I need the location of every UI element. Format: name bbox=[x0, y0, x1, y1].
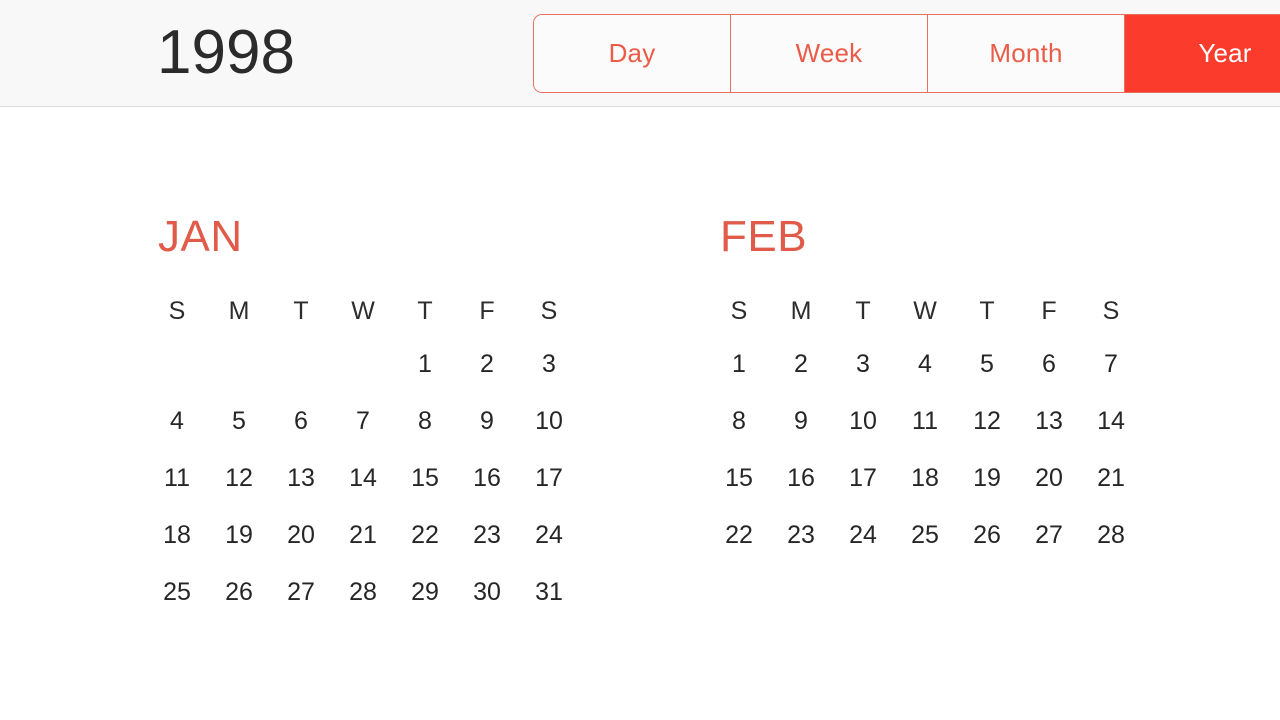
day-cell[interactable]: 4 bbox=[894, 348, 956, 405]
tab-week-label: Week bbox=[795, 38, 863, 68]
day-cell[interactable]: 30 bbox=[456, 576, 518, 633]
weekday-header-mon: M bbox=[228, 297, 250, 325]
tab-day[interactable]: Day bbox=[534, 15, 731, 92]
tab-month-label: Month bbox=[989, 38, 1063, 68]
day-cell[interactable]: 23 bbox=[456, 519, 518, 576]
day-cell[interactable]: 31 bbox=[518, 576, 580, 633]
day-cell[interactable]: 15 bbox=[708, 462, 770, 519]
day-cell[interactable] bbox=[332, 348, 394, 405]
weekday-header-sat: S bbox=[1102, 297, 1120, 325]
day-grid-jan: 1 2 3 4 5 6 7 8 9 10 11 12 13 14 15 16 1… bbox=[146, 348, 646, 633]
day-cell[interactable]: 17 bbox=[518, 462, 580, 519]
day-cell[interactable]: 24 bbox=[518, 519, 580, 576]
month-block-jan[interactable]: JAN S M T W T F S 1 2 3 4 5 6 7 8 9 10 1… bbox=[146, 215, 646, 633]
day-cell[interactable]: 6 bbox=[1018, 348, 1080, 405]
day-cell[interactable]: 16 bbox=[770, 462, 832, 519]
weekday-header-sun: S bbox=[168, 297, 186, 325]
page-title: 1998 bbox=[157, 18, 295, 87]
day-cell[interactable]: 4 bbox=[146, 405, 208, 462]
day-cell[interactable]: 20 bbox=[270, 519, 332, 576]
weekday-header-fri: F bbox=[1041, 297, 1057, 325]
day-cell[interactable]: 14 bbox=[332, 462, 394, 519]
weekday-header-row-feb: S M T W T F S bbox=[708, 299, 1208, 324]
tab-year[interactable]: Year bbox=[1125, 15, 1280, 92]
tab-week[interactable]: Week bbox=[731, 15, 928, 92]
calendar-app: 1998 Day Week Month Year JAN S M T W T F… bbox=[0, 0, 1280, 720]
weekday-header-thu: T bbox=[979, 297, 995, 325]
day-cell[interactable]: 2 bbox=[456, 348, 518, 405]
day-cell[interactable]: 22 bbox=[394, 519, 456, 576]
weekday-header-sat: S bbox=[540, 297, 558, 325]
day-cell[interactable]: 12 bbox=[208, 462, 270, 519]
day-cell[interactable]: 23 bbox=[770, 519, 832, 576]
day-cell[interactable]: 25 bbox=[146, 576, 208, 633]
day-cell[interactable]: 3 bbox=[832, 348, 894, 405]
day-cell[interactable]: 21 bbox=[332, 519, 394, 576]
day-cell[interactable]: 1 bbox=[394, 348, 456, 405]
weekday-header-row-jan: S M T W T F S bbox=[146, 299, 646, 324]
day-cell[interactable]: 28 bbox=[332, 576, 394, 633]
day-cell[interactable]: 25 bbox=[894, 519, 956, 576]
weekday-header-wed: W bbox=[913, 297, 937, 325]
day-cell[interactable]: 7 bbox=[332, 405, 394, 462]
day-cell[interactable]: 21 bbox=[1080, 462, 1142, 519]
day-cell[interactable]: 12 bbox=[956, 405, 1018, 462]
day-cell[interactable]: 6 bbox=[270, 405, 332, 462]
day-cell[interactable]: 11 bbox=[894, 405, 956, 462]
weekday-header-tue: T bbox=[855, 297, 871, 325]
day-cell[interactable]: 15 bbox=[394, 462, 456, 519]
day-cell[interactable]: 27 bbox=[1018, 519, 1080, 576]
year-grid: JAN S M T W T F S 1 2 3 4 5 6 7 8 9 10 1… bbox=[0, 107, 1280, 720]
day-cell[interactable] bbox=[208, 348, 270, 405]
day-cell[interactable]: 24 bbox=[832, 519, 894, 576]
day-cell[interactable] bbox=[270, 348, 332, 405]
day-cell[interactable]: 18 bbox=[146, 519, 208, 576]
month-title-feb: FEB bbox=[720, 212, 808, 261]
day-cell[interactable]: 8 bbox=[708, 405, 770, 462]
day-cell[interactable]: 5 bbox=[208, 405, 270, 462]
day-cell[interactable]: 5 bbox=[956, 348, 1018, 405]
day-cell[interactable]: 13 bbox=[1018, 405, 1080, 462]
day-cell[interactable]: 9 bbox=[456, 405, 518, 462]
month-title-jan: JAN bbox=[158, 212, 243, 261]
month-block-feb[interactable]: FEB S M T W T F S 1 2 3 4 5 6 7 8 9 10 1… bbox=[708, 215, 1208, 576]
day-cell[interactable]: 10 bbox=[832, 405, 894, 462]
calendar-toolbar: 1998 Day Week Month Year bbox=[0, 0, 1280, 107]
day-cell[interactable]: 9 bbox=[770, 405, 832, 462]
day-cell[interactable]: 17 bbox=[832, 462, 894, 519]
day-cell[interactable]: 10 bbox=[518, 405, 580, 462]
day-cell[interactable] bbox=[146, 348, 208, 405]
day-cell[interactable]: 13 bbox=[270, 462, 332, 519]
view-switcher[interactable]: Day Week Month Year bbox=[533, 14, 1280, 93]
day-cell[interactable]: 29 bbox=[394, 576, 456, 633]
tab-year-label: Year bbox=[1198, 38, 1252, 68]
day-cell[interactable]: 28 bbox=[1080, 519, 1142, 576]
weekday-header-wed: W bbox=[351, 297, 375, 325]
weekday-header-thu: T bbox=[417, 297, 433, 325]
day-cell[interactable]: 22 bbox=[708, 519, 770, 576]
weekday-header-mon: M bbox=[790, 297, 812, 325]
day-cell[interactable]: 27 bbox=[270, 576, 332, 633]
day-cell[interactable]: 14 bbox=[1080, 405, 1142, 462]
day-cell[interactable]: 19 bbox=[956, 462, 1018, 519]
day-cell[interactable]: 2 bbox=[770, 348, 832, 405]
day-cell[interactable]: 20 bbox=[1018, 462, 1080, 519]
day-cell[interactable]: 8 bbox=[394, 405, 456, 462]
day-cell[interactable]: 16 bbox=[456, 462, 518, 519]
day-cell[interactable]: 26 bbox=[956, 519, 1018, 576]
weekday-header-sun: S bbox=[730, 297, 748, 325]
day-grid-feb: 1 2 3 4 5 6 7 8 9 10 11 12 13 14 15 16 1… bbox=[708, 348, 1208, 576]
day-cell[interactable]: 7 bbox=[1080, 348, 1142, 405]
weekday-header-tue: T bbox=[293, 297, 309, 325]
day-cell[interactable]: 11 bbox=[146, 462, 208, 519]
day-cell[interactable]: 3 bbox=[518, 348, 580, 405]
day-cell[interactable]: 1 bbox=[708, 348, 770, 405]
day-cell[interactable]: 18 bbox=[894, 462, 956, 519]
weekday-header-fri: F bbox=[479, 297, 495, 325]
day-cell[interactable]: 19 bbox=[208, 519, 270, 576]
tab-month[interactable]: Month bbox=[928, 15, 1125, 92]
tab-day-label: Day bbox=[608, 38, 656, 68]
day-cell[interactable]: 26 bbox=[208, 576, 270, 633]
